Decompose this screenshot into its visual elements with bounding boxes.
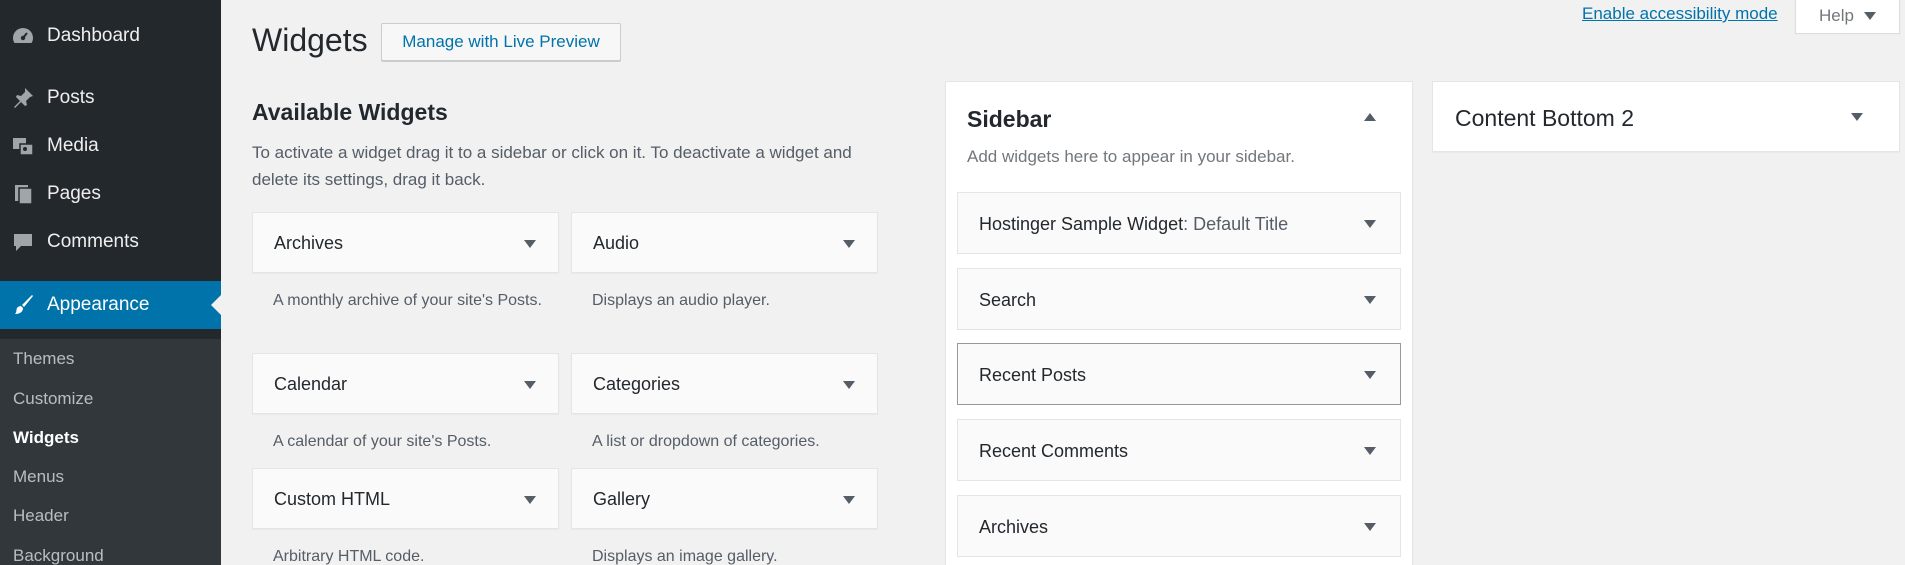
sidebar-widget-recent-posts[interactable]: Recent Posts [957,343,1401,405]
widget-title: Calendar [274,374,348,394]
widget-name: Hostinger Sample Widget [979,214,1184,234]
widget-title: Search [979,290,1037,310]
widget-title: Audio [593,233,640,253]
manage-live-preview-button[interactable]: Manage with Live Preview [381,23,621,61]
caret-down-icon[interactable] [1851,113,1863,121]
available-widgets-heading: Available Widgets [252,99,448,125]
caret-down-icon[interactable] [843,381,855,389]
content-bottom-2-area[interactable]: Content Bottom 2 [1432,81,1900,152]
caret-down-icon[interactable] [1364,220,1376,228]
submenu-item-menus[interactable]: Menus [13,467,64,487]
media-icon [10,133,36,159]
widget-gallery[interactable]: Gallery [571,468,878,529]
enable-accessibility-link[interactable]: Enable accessibility mode [1582,4,1778,24]
widget-calendar[interactable]: Calendar [252,353,559,414]
caret-up-icon[interactable] [1364,113,1376,121]
caret-down-icon[interactable] [1364,447,1376,455]
dashboard-icon [10,23,36,49]
widget-title: Custom HTML [274,489,391,509]
caret-down-icon[interactable] [843,496,855,504]
widget-title: Recent Posts [979,365,1087,385]
caret-down-icon[interactable] [1364,523,1376,531]
submenu-item-customize[interactable]: Customize [13,389,93,409]
submenu-item-themes[interactable]: Themes [13,349,74,369]
menu-label: Pages [47,183,101,204]
menu-item-appearance[interactable]: Appearance [0,281,221,329]
caret-down-icon[interactable] [843,240,855,248]
brush-icon [10,292,36,318]
widget-instance-title: : Default Title [1183,214,1289,234]
admin-menu: Dashboard Posts Media Pages Comments App… [0,0,221,565]
help-label: Help [1819,5,1854,25]
available-widgets-description: To activate a widget drag it to a sideba… [252,143,852,189]
widget-description: A calendar of your site's Posts. [273,433,492,450]
submenu-item-background[interactable]: Background [13,546,104,565]
menu-label: Appearance [47,294,150,315]
widget-title: Categories [593,374,681,394]
sidebar-area-title[interactable]: Sidebar [967,106,1051,133]
menu-label: Posts [47,87,95,108]
menu-item-media[interactable]: Media [0,124,221,168]
page-title: Widgets [252,22,368,58]
menu-label: Dashboard [47,25,140,46]
widget-title: Archives [979,517,1049,537]
appearance-submenu: Themes Customize Widgets Menus Header Ba… [0,339,221,565]
widget-title: Hostinger Sample Widget: Default Title [979,214,1288,235]
menu-label: Media [47,135,99,156]
help-tab-button[interactable]: Help [1795,0,1900,34]
menu-label: Comments [47,231,139,252]
widget-description: Arbitrary HTML code. [273,548,425,565]
widget-title: Gallery [593,489,651,509]
caret-down-icon[interactable] [1364,371,1376,379]
caret-down-icon[interactable] [524,496,536,504]
menu-item-dashboard[interactable]: Dashboard [0,14,221,58]
menu-item-pages[interactable]: Pages [0,172,221,216]
widget-custom-html[interactable]: Custom HTML [252,468,559,529]
widget-description: A list or dropdown of categories. [592,433,820,450]
widget-description: Displays an image gallery. [592,548,778,565]
sidebar-widget-hostinger-sample[interactable]: Hostinger Sample Widget: Default Title [957,192,1401,254]
sidebar-widget-recent-comments[interactable]: Recent Comments [957,419,1401,481]
widget-description: A monthly archive of your site's Posts. [273,292,542,309]
caret-down-icon [1863,11,1876,20]
comment-icon [10,229,36,255]
caret-down-icon[interactable] [524,381,536,389]
menu-item-posts[interactable]: Posts [0,76,221,120]
widget-title: Recent Comments [979,441,1129,461]
caret-down-icon[interactable] [524,240,536,248]
sidebar-area-description: Add widgets here to appear in your sideb… [967,147,1295,166]
submenu-item-header[interactable]: Header [13,506,69,526]
widget-archives[interactable]: Archives [252,212,559,273]
menu-item-comments[interactable]: Comments [0,220,221,264]
widget-title: Archives [274,233,344,253]
content-bottom-title: Content Bottom 2 [1455,105,1634,131]
widget-description: Displays an audio player. [592,292,770,309]
sidebar-widget-search[interactable]: Search [957,268,1401,330]
submenu-item-widgets[interactable]: Widgets [13,428,79,448]
sidebar-widget-archives[interactable]: Archives [957,495,1401,557]
caret-down-icon[interactable] [1364,296,1376,304]
widget-categories[interactable]: Categories [571,353,878,414]
widget-audio[interactable]: Audio [571,212,878,273]
pin-icon [10,85,36,111]
pages-icon [10,181,36,207]
